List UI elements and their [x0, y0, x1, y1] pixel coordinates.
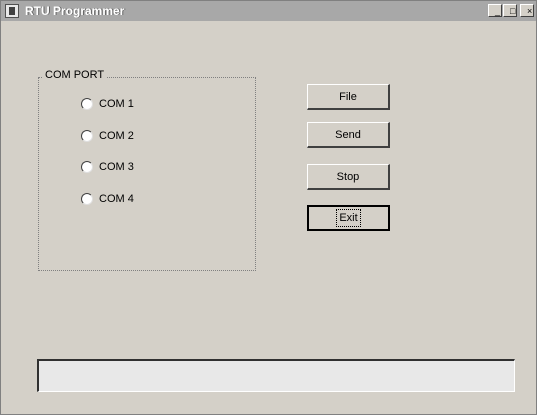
radio-circle-icon[interactable] [81, 161, 93, 173]
file-button-label: File [339, 90, 357, 103]
send-button-label: Send [335, 128, 361, 141]
radio-com2-label: COM 2 [99, 130, 134, 142]
send-button[interactable]: Send [307, 122, 390, 148]
com-port-group-label: COM PORT [43, 69, 107, 81]
radio-com3-label: COM 3 [99, 161, 134, 173]
maximize-button[interactable]: □ [503, 4, 517, 17]
radio-com3[interactable]: COM 3 [81, 159, 134, 175]
radio-com1-label: COM 1 [99, 98, 134, 110]
status-bar [37, 359, 515, 392]
stop-button[interactable]: Stop [307, 164, 390, 190]
exit-button[interactable]: Exit [307, 205, 390, 231]
radio-circle-icon[interactable] [81, 130, 93, 142]
radio-circle-icon[interactable] [81, 193, 93, 205]
title-bar[interactable]: RTU Programmer _ □ × [1, 1, 536, 21]
app-window: RTU Programmer _ □ × COM PORT COM 1 COM … [0, 0, 537, 415]
file-button[interactable]: File [307, 84, 390, 110]
exit-button-label: Exit [336, 209, 361, 227]
app-icon[interactable] [5, 4, 19, 18]
radio-com2[interactable]: COM 2 [81, 128, 134, 144]
radio-com4[interactable]: COM 4 [81, 191, 134, 207]
window-title: RTU Programmer [25, 4, 125, 18]
radio-com1[interactable]: COM 1 [81, 96, 134, 112]
radio-com4-label: COM 4 [99, 193, 134, 205]
radio-circle-icon[interactable] [81, 98, 93, 110]
com-port-group [38, 77, 256, 271]
stop-button-label: Stop [336, 170, 360, 183]
close-button[interactable]: × [520, 4, 534, 17]
minimize-button[interactable]: _ [488, 4, 502, 17]
